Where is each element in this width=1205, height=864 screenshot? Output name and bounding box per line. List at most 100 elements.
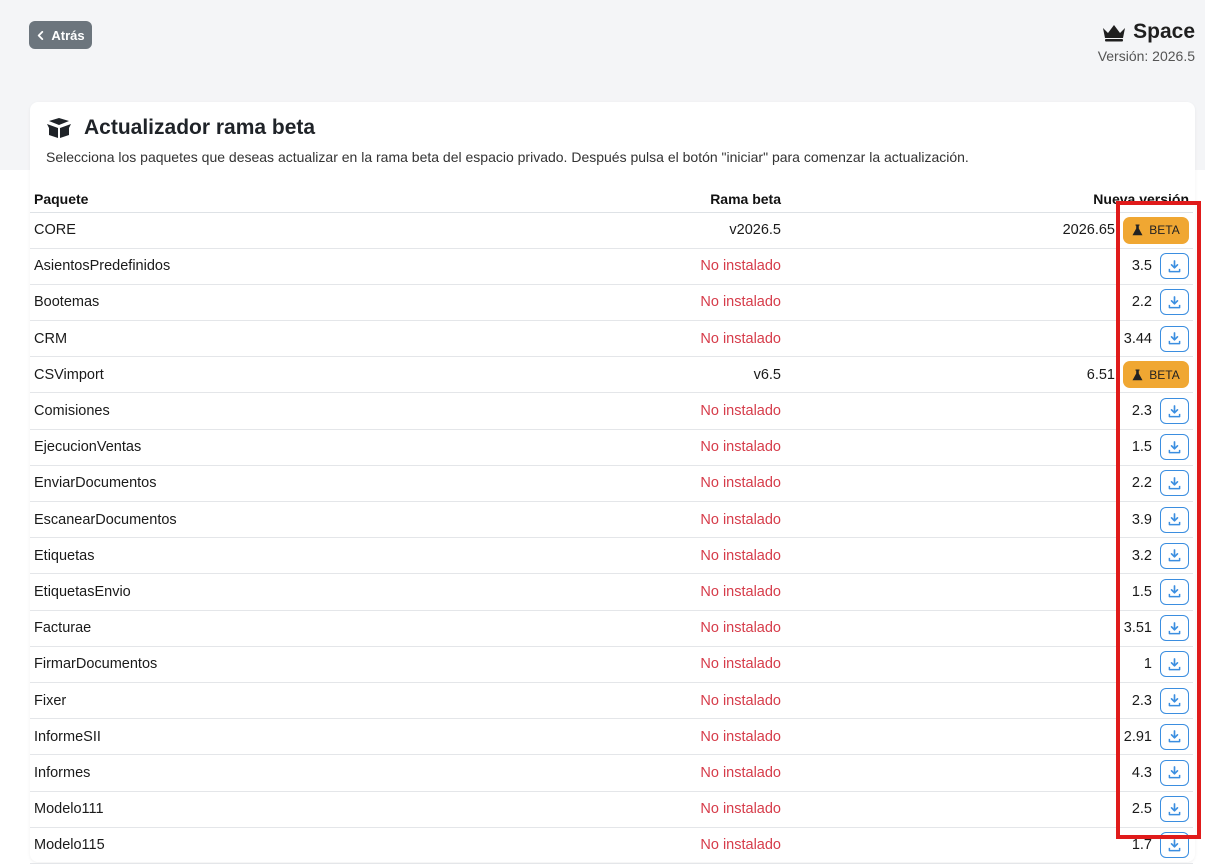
beta-badge[interactable]: BETA — [1123, 361, 1189, 389]
new-version-cell: 2.3 — [785, 392, 1193, 430]
new-version-cell: 3.51 — [785, 610, 1193, 647]
new-version-cell: 3.2 — [785, 537, 1193, 575]
back-button[interactable]: Atrás — [29, 21, 92, 49]
beta-branch-value: No instalado — [590, 791, 785, 828]
download-icon — [1168, 549, 1181, 562]
column-header-new-version: Nueva versión — [785, 186, 1193, 213]
download-button[interactable] — [1160, 470, 1189, 497]
new-version-value: 2.3 — [1131, 403, 1152, 420]
beta-branch-value: No instalado — [590, 610, 785, 647]
download-button[interactable] — [1160, 615, 1189, 642]
beta-branch-value: v6.5 — [590, 356, 785, 394]
brand-name: Space — [1133, 20, 1195, 43]
table-row: EscanearDocumentos No instalado 3.9 — [30, 501, 1193, 539]
new-version-cell: 1 — [785, 646, 1193, 683]
table-row: Modelo115 No instalado 1.7 — [30, 827, 1193, 864]
table-row: Bootemas No instalado 2.2 — [30, 284, 1193, 322]
download-icon — [1168, 621, 1181, 635]
beta-branch-value: No instalado — [590, 718, 785, 756]
download-button[interactable] — [1160, 289, 1189, 316]
download-icon — [1168, 657, 1181, 671]
beta-branch-value: No instalado — [590, 392, 785, 430]
download-button[interactable] — [1160, 434, 1189, 461]
download-icon — [1168, 476, 1181, 490]
new-version-value: 2.2 — [1131, 475, 1152, 492]
download-button[interactable] — [1160, 687, 1189, 714]
download-button[interactable] — [1160, 578, 1189, 605]
new-version-value: 4.3 — [1131, 764, 1152, 781]
table-row: Etiquetas No instalado 3.2 — [30, 537, 1193, 575]
brand: Space Versión: 2026.5 — [1098, 20, 1195, 64]
download-button[interactable] — [1160, 832, 1189, 859]
new-version-cell: 1.7 — [785, 827, 1193, 864]
new-version-value: 6.51 — [1086, 366, 1115, 383]
download-icon — [1168, 694, 1181, 707]
new-version-cell: 2.2 — [785, 465, 1193, 503]
new-version-cell: 3.9 — [785, 501, 1193, 539]
card-title: Actualizador rama beta — [46, 116, 1179, 140]
download-button[interactable] — [1160, 506, 1189, 533]
download-icon — [1168, 838, 1181, 852]
new-version-value: 1.5 — [1131, 439, 1152, 456]
package-name: InformeSII — [30, 718, 590, 756]
beta-branch-value: No instalado — [590, 646, 785, 683]
package-name: Etiquetas — [30, 537, 590, 575]
download-button[interactable] — [1160, 759, 1189, 786]
download-icon — [1168, 730, 1181, 743]
package-name: CORE — [30, 212, 590, 249]
package-name: CRM — [30, 320, 590, 358]
download-button[interactable] — [1160, 253, 1189, 280]
chevron-left-icon — [38, 30, 44, 40]
download-button[interactable] — [1160, 542, 1189, 569]
download-button[interactable] — [1160, 796, 1189, 823]
new-version-value: 3.44 — [1123, 330, 1152, 347]
flask-icon — [1132, 369, 1143, 381]
download-icon — [1168, 332, 1181, 345]
column-header-package: Paquete — [30, 186, 590, 213]
new-version-cell: 3.5 — [785, 248, 1193, 285]
table-row: Comisiones No instalado 2.3 — [30, 392, 1193, 430]
package-name: Modelo111 — [30, 791, 590, 828]
new-version-cell: 3.44 — [785, 320, 1193, 358]
table-row: FirmarDocumentos No instalado 1 — [30, 646, 1193, 683]
new-version-value: 1.7 — [1131, 837, 1152, 854]
new-version-cell: 6.51 BETA — [785, 356, 1193, 394]
new-version-cell: 2.91 — [785, 718, 1193, 756]
new-version-value: 3.2 — [1131, 547, 1152, 564]
box-open-icon — [47, 118, 71, 138]
package-name: Facturae — [30, 610, 590, 647]
table-row: Informes No instalado 4.3 — [30, 754, 1193, 792]
new-version-value: 2.2 — [1131, 294, 1152, 311]
new-version-value: 2.3 — [1131, 692, 1152, 709]
table-row: Fixer No instalado 2.3 — [30, 682, 1193, 720]
table-row: EtiquetasEnvio No instalado 1.5 — [30, 573, 1193, 611]
table-row: CRM No instalado 3.44 — [30, 320, 1193, 358]
new-version-value: 1.5 — [1131, 583, 1152, 600]
new-version-value: 1 — [1143, 656, 1152, 673]
package-name: EscanearDocumentos — [30, 501, 590, 539]
new-version-cell: 2026.65 BETA — [785, 212, 1193, 249]
column-header-beta: Rama beta — [590, 186, 785, 213]
beta-branch-value: No instalado — [590, 465, 785, 503]
crown-icon — [1103, 25, 1126, 42]
table-row: Modelo111 No instalado 2.5 — [30, 791, 1193, 828]
download-icon — [1168, 513, 1181, 526]
package-name: EtiquetasEnvio — [30, 573, 590, 611]
beta-branch-value: No instalado — [590, 501, 785, 539]
updater-card: Actualizador rama beta Selecciona los pa… — [30, 102, 1195, 864]
download-button[interactable] — [1160, 723, 1189, 750]
new-version-cell: 2.2 — [785, 284, 1193, 322]
table-row: CSVimport v6.5 6.51 BETA — [30, 356, 1193, 394]
download-button[interactable] — [1160, 398, 1189, 425]
beta-badge[interactable]: BETA — [1123, 216, 1189, 244]
table-header-row: Paquete Rama beta Nueva versión — [30, 186, 1193, 213]
table-row: EnviarDocumentos No instalado 2.2 — [30, 465, 1193, 503]
download-button[interactable] — [1160, 325, 1189, 352]
version-text: Versión: 2026.5 — [1097, 48, 1195, 64]
beta-branch-value: No instalado — [590, 537, 785, 575]
beta-branch-value: No instalado — [590, 754, 785, 792]
table-row: CORE v2026.5 2026.65 BETA — [30, 212, 1193, 249]
package-name: EjecucionVentas — [30, 429, 590, 466]
download-button[interactable] — [1160, 651, 1189, 678]
back-button-label: Atrás — [51, 27, 85, 43]
